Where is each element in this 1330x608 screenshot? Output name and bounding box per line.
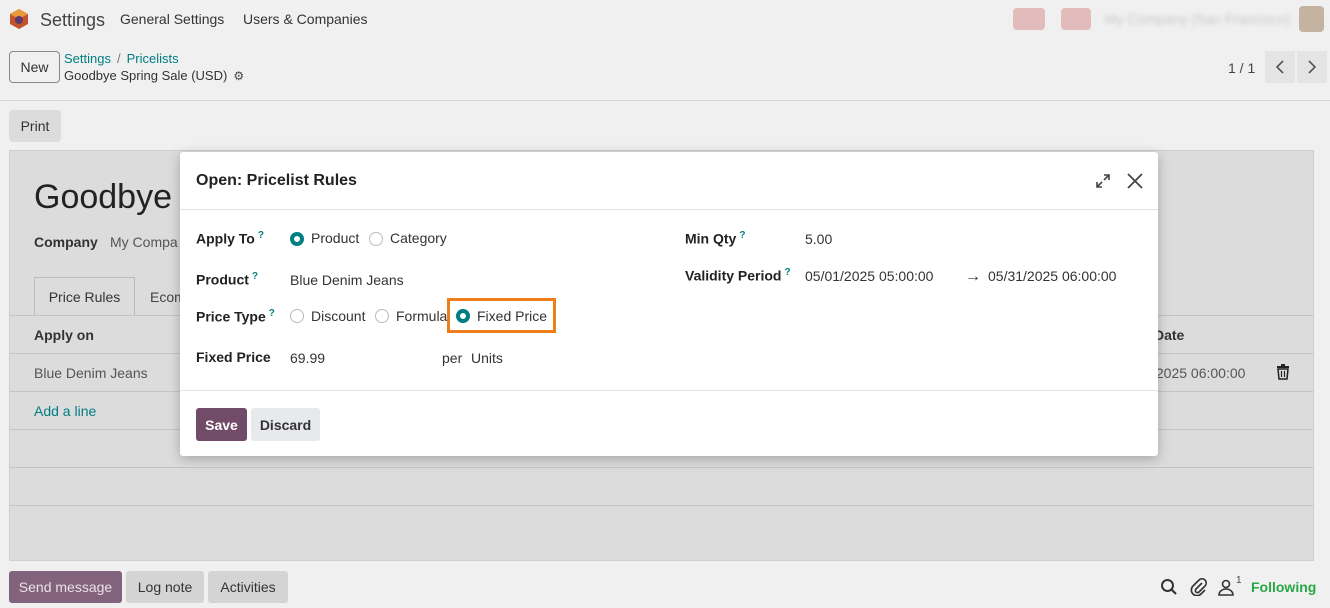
- min-qty-field[interactable]: 5.00: [805, 231, 832, 247]
- per-label: per: [442, 350, 463, 366]
- help-icon[interactable]: ?: [258, 230, 264, 241]
- product-label: Product?: [196, 271, 258, 288]
- uom-field[interactable]: Units: [471, 350, 503, 366]
- help-icon[interactable]: ?: [269, 308, 275, 319]
- price-type-label: Price Type?: [196, 308, 275, 325]
- validity-label: Validity Period?: [685, 267, 791, 284]
- fixed-price-field[interactable]: 69.99: [290, 350, 325, 366]
- fixed-price-label: Fixed Price: [196, 349, 271, 365]
- apply-to-product-label[interactable]: Product: [311, 230, 359, 246]
- validity-label-text: Validity Period: [685, 267, 782, 284]
- product-field[interactable]: Blue Denim Jeans: [290, 272, 404, 288]
- help-icon[interactable]: ?: [252, 271, 258, 282]
- price-type-formula-radio[interactable]: [375, 309, 389, 323]
- price-type-discount-label[interactable]: Discount: [311, 308, 365, 324]
- validity-start-field[interactable]: 05/01/2025 05:00:00: [805, 268, 933, 284]
- min-qty-label: Min Qty?: [685, 230, 745, 247]
- apply-to-category-radio[interactable]: [369, 232, 383, 246]
- dialog-title: Open: Pricelist Rules: [196, 172, 357, 189]
- dialog-footer-divider: [180, 390, 1158, 391]
- apply-to-label: Apply To?: [196, 230, 264, 247]
- close-icon[interactable]: [1125, 171, 1145, 191]
- arrow-right-icon: →: [965, 268, 981, 285]
- help-icon[interactable]: ?: [784, 267, 790, 278]
- dialog-header: Open: Pricelist Rules: [180, 152, 1158, 210]
- apply-to-product-radio[interactable]: [290, 232, 304, 246]
- expand-icon[interactable]: [1095, 173, 1111, 189]
- discard-button[interactable]: Discard: [251, 408, 320, 441]
- price-type-label-text: Price Type: [196, 308, 266, 325]
- pricelist-rule-dialog: Open: Pricelist Rules Apply To? Product …: [180, 152, 1158, 456]
- validity-end-field[interactable]: 05/31/2025 06:00:00: [988, 268, 1116, 284]
- apply-to-category-label[interactable]: Category: [390, 230, 447, 246]
- min-qty-label-text: Min Qty: [685, 230, 737, 247]
- price-type-formula-label[interactable]: Formula: [396, 308, 447, 324]
- apply-to-label-text: Apply To: [196, 230, 255, 247]
- save-button[interactable]: Save: [196, 408, 247, 441]
- product-label-text: Product: [196, 271, 249, 288]
- help-icon[interactable]: ?: [739, 230, 745, 241]
- fixed-price-highlight: [447, 298, 556, 333]
- price-type-discount-radio[interactable]: [290, 309, 304, 323]
